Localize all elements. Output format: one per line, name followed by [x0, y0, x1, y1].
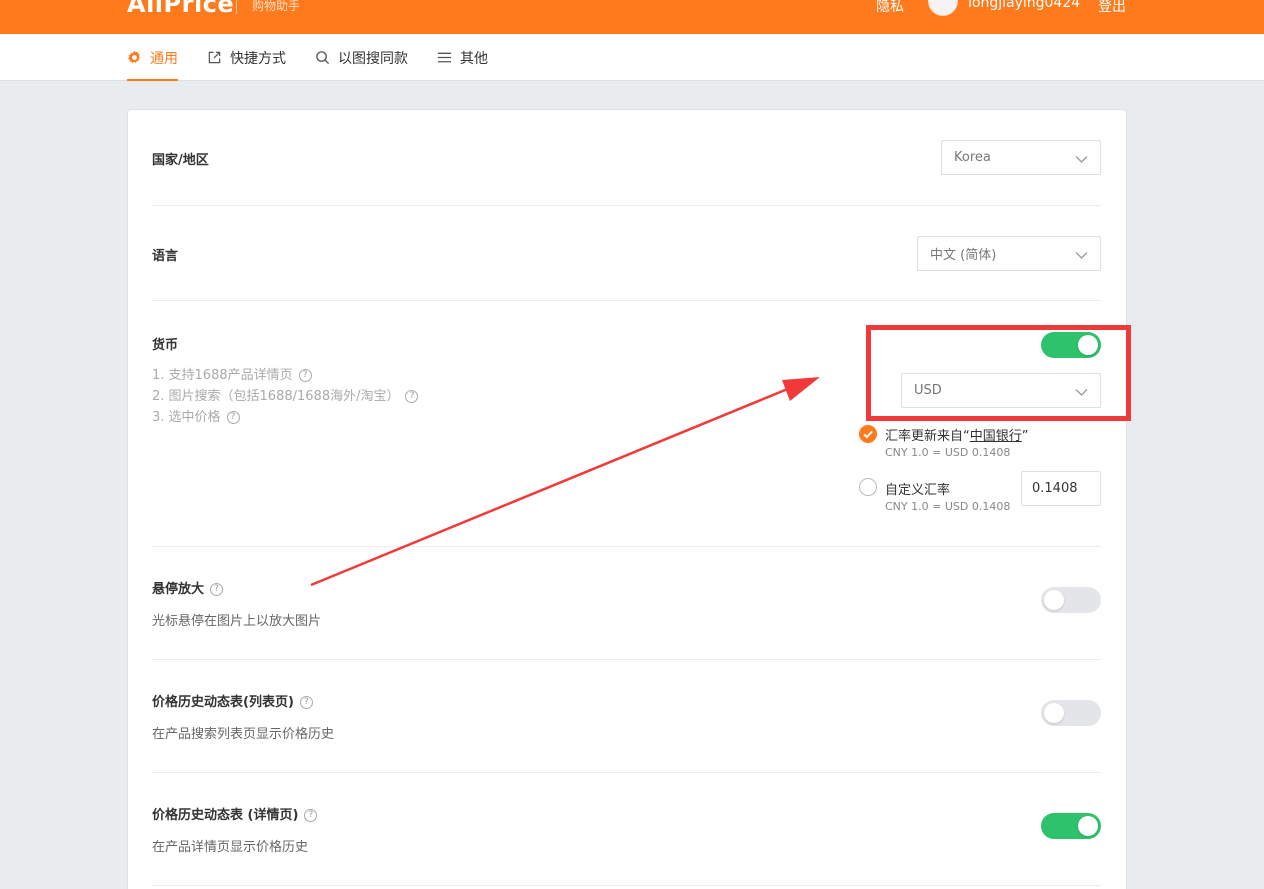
- toggle-knob: [1044, 703, 1064, 723]
- chevron-down-icon: [1075, 249, 1088, 264]
- tab-image-search-label: 以图搜同款: [338, 50, 408, 67]
- tab-general[interactable]: 通用: [127, 34, 178, 81]
- rate-bank-prefix: 汇率更新来自“: [885, 429, 970, 444]
- toggle-knob: [1078, 816, 1098, 836]
- price-history-detail-title: 价格历史动态表 (详情页): [152, 808, 299, 823]
- chevron-down-icon: [1075, 153, 1088, 168]
- menu-icon: [437, 50, 452, 65]
- divider: [152, 659, 1101, 660]
- currency-note-text: 1. 支持1688产品详情页: [152, 368, 293, 383]
- hover-zoom-toggle[interactable]: [1041, 587, 1101, 613]
- country-select[interactable]: Korea: [941, 140, 1101, 175]
- toggle-knob: [1044, 590, 1064, 610]
- currency-note-2: 2. 图片搜索（包括1688/1688海外/淘宝）?: [152, 385, 419, 404]
- rate-bank-label[interactable]: 汇率更新来自“中国银行”: [885, 425, 1029, 444]
- help-icon[interactable]: ?: [226, 411, 240, 424]
- tab-image-search[interactable]: 以图搜同款: [315, 34, 408, 81]
- tab-shortcuts[interactable]: 快捷方式: [207, 34, 286, 81]
- hover-zoom-label: 悬停放大?: [152, 578, 224, 597]
- tab-shortcuts-label: 快捷方式: [230, 50, 286, 67]
- country-label: 国家/地区: [152, 153, 209, 168]
- country-value: Korea: [954, 150, 991, 165]
- gear-icon: [127, 50, 142, 65]
- hover-zoom-title: 悬停放大: [152, 582, 205, 597]
- divider: [152, 205, 1101, 206]
- help-icon[interactable]: ?: [299, 696, 313, 709]
- currency-note-text: 2. 图片搜索（包括1688/1688海外/淘宝）: [152, 389, 400, 404]
- divider: [152, 772, 1101, 773]
- help-icon[interactable]: ?: [210, 583, 224, 596]
- divider: [152, 300, 1101, 301]
- currency-note-text: 3. 选中价格: [152, 410, 221, 425]
- rate-bank-sub: CNY 1.0 = USD 0.1408: [885, 446, 1011, 459]
- divider: [152, 885, 1101, 886]
- tab-other[interactable]: 其他: [437, 34, 488, 81]
- help-icon[interactable]: ?: [298, 369, 312, 382]
- checkmark-icon: [863, 430, 873, 439]
- language-label: 语言: [152, 249, 179, 264]
- price-history-list-desc: 在产品搜索列表页显示价格历史: [152, 727, 335, 742]
- price-history-detail-toggle[interactable]: [1041, 813, 1101, 839]
- price-history-detail-desc: 在产品详情页显示价格历史: [152, 840, 309, 855]
- help-icon[interactable]: ?: [405, 390, 419, 403]
- tab-general-label: 通用: [150, 50, 178, 67]
- price-history-detail-label: 价格历史动态表 (详情页)?: [152, 804, 318, 823]
- custom-rate-input[interactable]: [1021, 471, 1101, 506]
- tab-other-label: 其他: [460, 50, 488, 67]
- rate-bank-radio[interactable]: [859, 425, 877, 443]
- username[interactable]: longjiaying0424: [968, 0, 1080, 11]
- price-history-list-toggle[interactable]: [1041, 700, 1101, 726]
- annotation-highlight-box: [866, 325, 1131, 421]
- logout-link[interactable]: 登出: [1098, 0, 1126, 16]
- currency-note-3: 3. 选中价格?: [152, 406, 240, 425]
- top-header: AliPrice 购物助手 隐私 longjiaying0424 登出: [0, 0, 1264, 34]
- avatar[interactable]: [928, 0, 958, 16]
- price-history-list-label: 价格历史动态表(列表页)?: [152, 691, 313, 710]
- bank-of-china-link[interactable]: 中国银行: [970, 429, 1022, 444]
- help-icon[interactable]: ?: [304, 809, 318, 822]
- privacy-link[interactable]: 隐私: [876, 0, 904, 16]
- language-select[interactable]: 中文 (简体): [917, 236, 1101, 271]
- rate-bank-suffix: ”: [1021, 429, 1029, 444]
- tab-bar: 通用 快捷方式 以图搜同款 其他: [0, 34, 1264, 81]
- language-value: 中文 (简体): [930, 248, 997, 263]
- app-logo[interactable]: AliPrice: [127, 0, 234, 18]
- logo-divider: [236, 0, 237, 14]
- price-history-list-title: 价格历史动态表(列表页): [152, 695, 294, 710]
- hover-zoom-desc: 光标悬停在图片上以放大图片: [152, 614, 322, 629]
- search-icon: [315, 50, 330, 65]
- rate-custom-radio[interactable]: [859, 478, 877, 496]
- external-link-icon: [207, 50, 222, 65]
- rate-custom-label[interactable]: 自定义汇率: [885, 479, 950, 498]
- divider: [152, 546, 1101, 547]
- rate-custom-sub: CNY 1.0 = USD 0.1408: [885, 500, 1011, 513]
- app-subtitle: 购物助手: [252, 0, 301, 13]
- currency-note-1: 1. 支持1688产品详情页?: [152, 364, 312, 383]
- currency-label: 货币: [152, 338, 179, 353]
